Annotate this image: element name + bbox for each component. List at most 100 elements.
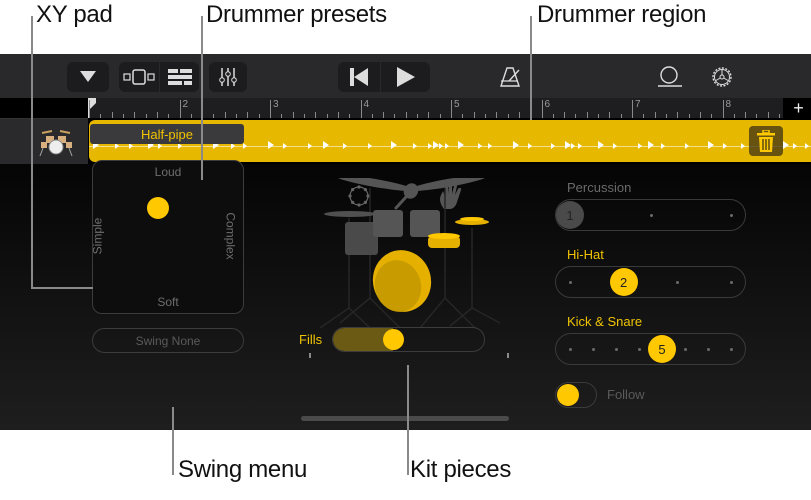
ruler-sub-tick bbox=[156, 112, 158, 118]
slider-step-dot bbox=[569, 281, 572, 284]
drummer-preset-button[interactable]: Half-pipe bbox=[90, 124, 244, 144]
ruler-bar-tick bbox=[179, 100, 181, 118]
fills-slider[interactable] bbox=[332, 327, 485, 352]
ruler-sub-tick bbox=[665, 114, 667, 118]
trash-icon bbox=[757, 130, 775, 152]
ruler-sub-tick bbox=[258, 114, 260, 118]
slider-step-dot bbox=[730, 281, 733, 284]
drum-hit-marker bbox=[445, 143, 449, 149]
drum-hit-marker bbox=[685, 143, 689, 149]
ruler-bar-tick bbox=[632, 100, 633, 118]
drum-hit-marker bbox=[368, 143, 372, 149]
ruler-sub-tick bbox=[518, 112, 520, 118]
drummer-track-header[interactable] bbox=[0, 118, 88, 164]
ruler-sub-tick bbox=[767, 112, 769, 118]
drum-hit-marker bbox=[648, 141, 654, 149]
slider-step-dot bbox=[592, 348, 595, 351]
hihat-slider[interactable]: 2 bbox=[555, 266, 746, 298]
mixer-button[interactable] bbox=[209, 62, 247, 92]
swing-menu-button[interactable]: Swing None bbox=[92, 328, 244, 353]
go-to-beginning-button[interactable] bbox=[338, 62, 380, 92]
drum-hit-marker bbox=[723, 143, 727, 149]
slider-step-dot bbox=[707, 348, 710, 351]
drum-hit-marker bbox=[343, 143, 347, 149]
loop-browser-button[interactable] bbox=[655, 62, 685, 92]
ruler-sub-tick bbox=[620, 114, 622, 118]
ruler-sub-tick bbox=[439, 114, 441, 118]
ruler-sub-tick bbox=[484, 114, 486, 118]
drum-hit-marker bbox=[268, 141, 274, 149]
slider-step-dot bbox=[615, 348, 618, 351]
drum-hit-marker bbox=[613, 143, 617, 149]
xy-pad-puck[interactable] bbox=[147, 196, 169, 219]
ruler-sub-tick bbox=[224, 112, 226, 118]
ride-cymbal[interactable] bbox=[324, 211, 376, 217]
xy-label-soft: Soft bbox=[157, 295, 179, 309]
tom-2[interactable] bbox=[410, 210, 440, 237]
ruler-sub-tick bbox=[462, 114, 464, 118]
fills-slider-knob[interactable] bbox=[382, 329, 404, 350]
timeline-ruler[interactable]: 2 3 4 5 6 7 8 bbox=[88, 98, 783, 118]
drum-hit-marker bbox=[571, 143, 575, 149]
ruler-bar-tick bbox=[89, 100, 90, 118]
metronome-button[interactable] bbox=[495, 62, 525, 92]
ruler-sub-tick bbox=[315, 112, 317, 118]
ruler-sub-tick bbox=[609, 112, 611, 118]
drum-hit-marker bbox=[323, 141, 329, 149]
ruler-bar-tick bbox=[270, 100, 271, 118]
ruler-sub-tick bbox=[677, 112, 679, 118]
browser-menu-button[interactable] bbox=[67, 62, 109, 92]
ruler-sub-tick bbox=[507, 114, 509, 118]
leader-xy-pad bbox=[31, 16, 33, 288]
delete-region-button[interactable] bbox=[749, 126, 783, 156]
horizontal-scrollbar[interactable] bbox=[301, 416, 509, 421]
percussion-slider[interactable]: 1 bbox=[555, 199, 746, 231]
loop-icon bbox=[658, 66, 682, 87]
play-button[interactable] bbox=[380, 62, 430, 92]
ruler-sub-tick bbox=[349, 114, 351, 118]
leader-drummer-region bbox=[530, 16, 532, 120]
slider-step-dot bbox=[649, 214, 653, 217]
ruler-sub-tick bbox=[145, 114, 147, 118]
slider-knob[interactable]: 1 bbox=[556, 201, 584, 229]
ruler-sub-tick bbox=[236, 114, 238, 118]
ruler-sub-tick bbox=[134, 112, 136, 118]
tracks-view-button[interactable] bbox=[119, 62, 159, 92]
drum-hit-marker bbox=[661, 143, 665, 149]
settings-button[interactable] bbox=[707, 62, 737, 92]
drum-hit-marker bbox=[528, 143, 532, 149]
slider-step-dot bbox=[638, 348, 641, 351]
ruler-sub-tick bbox=[111, 112, 113, 118]
ruler-sub-tick bbox=[326, 114, 328, 118]
tom-1[interactable] bbox=[373, 210, 403, 237]
add-section-button[interactable]: + bbox=[786, 98, 811, 118]
gear-icon bbox=[712, 67, 732, 87]
crash-cymbal-left[interactable] bbox=[335, 178, 415, 194]
slider-knob[interactable]: 2 bbox=[609, 268, 638, 296]
ruler-bar-number: 4 bbox=[363, 99, 370, 110]
ruler-sub-tick bbox=[122, 114, 124, 118]
drum-hit-marker bbox=[793, 143, 797, 149]
ruler-sub-tick bbox=[405, 112, 407, 118]
ruler-bar-number: 2 bbox=[182, 99, 189, 110]
hihat-label: Hi-Hat bbox=[567, 247, 604, 262]
region-center-line bbox=[89, 146, 811, 147]
track-list-view-button[interactable] bbox=[159, 62, 199, 92]
kit-bracket bbox=[309, 353, 509, 358]
ruler-sub-tick bbox=[247, 112, 249, 118]
follow-toggle[interactable] bbox=[555, 382, 597, 408]
kick-snare-label: Kick & Snare bbox=[567, 314, 643, 329]
kick-snare-slider[interactable]: 5 bbox=[555, 333, 746, 365]
ruler-sub-tick bbox=[168, 114, 170, 118]
slider-step-dot bbox=[730, 348, 733, 351]
ruler-sub-tick bbox=[688, 114, 690, 118]
drum-hit-marker bbox=[308, 143, 312, 149]
xy-pad[interactable]: Loud Soft Simple Complex bbox=[90, 160, 244, 314]
ruler-sub-tick bbox=[564, 112, 566, 118]
crash-cymbal-right[interactable] bbox=[408, 178, 488, 194]
control-bar bbox=[0, 54, 811, 98]
slider-knob[interactable]: 5 bbox=[648, 335, 676, 363]
ruler-sub-tick bbox=[292, 112, 294, 118]
leader-drummer-presets bbox=[201, 16, 203, 180]
follow-toggle-knob bbox=[557, 384, 579, 406]
